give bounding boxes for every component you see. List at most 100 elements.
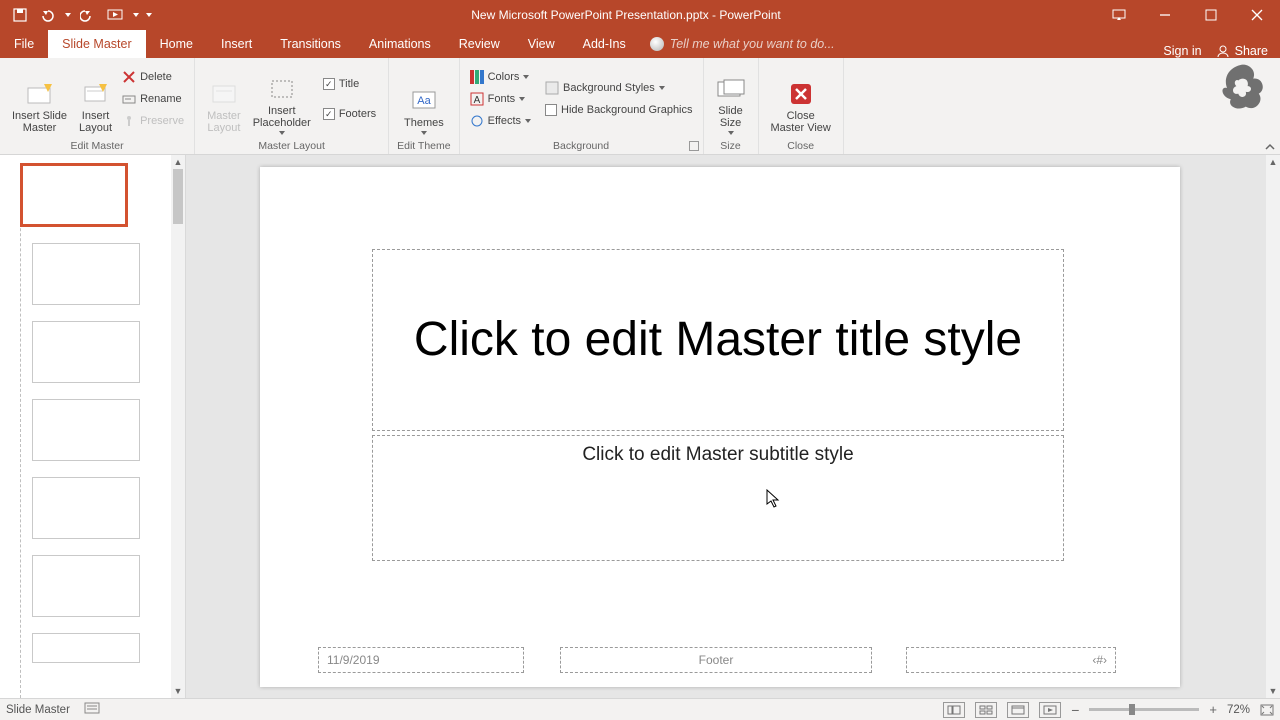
bgstyles-icon <box>545 81 559 95</box>
canvas-scrollbar[interactable]: ▲ ▼ <box>1266 155 1280 698</box>
group-close: Close Master View Close <box>759 58 844 154</box>
footers-checkbox[interactable]: ✓Footers <box>321 103 378 125</box>
scroll-up-icon[interactable]: ▲ <box>171 155 185 169</box>
subtitle-placeholder[interactable]: Click to edit Master subtitle style <box>372 435 1064 561</box>
checkbox-checked-icon: ✓ <box>323 78 335 90</box>
insert-slide-master-button[interactable]: Insert Slide Master <box>8 63 71 135</box>
title-checkbox[interactable]: ✓Title <box>321 73 378 95</box>
title-placeholder[interactable]: Click to edit Master title style <box>372 249 1064 431</box>
reading-view-icon <box>1011 705 1025 715</box>
layout-thumbnail-4[interactable] <box>32 477 140 539</box>
tab-transitions[interactable]: Transitions <box>266 30 355 58</box>
normal-view-button[interactable] <box>943 702 965 718</box>
zoom-level[interactable]: 72% <box>1227 704 1250 716</box>
rename-icon <box>122 92 136 106</box>
chevron-down-icon <box>421 131 427 135</box>
background-dialog-launcher[interactable] <box>689 141 699 151</box>
undo-dropdown[interactable] <box>62 0 74 30</box>
tab-review[interactable]: Review <box>445 30 514 58</box>
preserve-button[interactable]: Preserve <box>120 110 186 132</box>
scroll-down-icon[interactable]: ▼ <box>171 684 185 698</box>
colors-button[interactable]: Colors <box>468 66 533 88</box>
qat-customize[interactable] <box>142 0 156 30</box>
layout-thumbnail-6[interactable] <box>32 633 140 663</box>
tab-insert[interactable]: Insert <box>207 30 266 58</box>
save-button[interactable] <box>6 0 34 30</box>
close-master-view-button[interactable]: Close Master View <box>767 63 835 135</box>
maximize-button[interactable] <box>1188 0 1234 30</box>
zoom-slider-handle[interactable] <box>1129 704 1135 715</box>
hide-background-checkbox[interactable]: Hide Background Graphics <box>543 99 694 121</box>
scrollbar-handle[interactable] <box>173 169 183 224</box>
group-master-layout: Master Layout Insert Placeholder ✓Title … <box>195 58 389 154</box>
ribbon-options-icon <box>1112 9 1126 21</box>
tab-addins[interactable]: Add-Ins <box>569 30 640 58</box>
slide-master-thumbnail[interactable] <box>20 163 128 227</box>
slide-number-placeholder[interactable]: ‹#› <box>906 647 1116 673</box>
scroll-up-icon[interactable]: ▲ <box>1266 155 1280 169</box>
tab-home[interactable]: Home <box>146 30 207 58</box>
undo-icon <box>39 8 57 22</box>
slide-size-button[interactable]: Slide Size <box>712 63 750 135</box>
footer-placeholder[interactable]: Footer <box>560 647 872 673</box>
tab-file[interactable]: File <box>0 30 48 58</box>
scroll-down-icon[interactable]: ▼ <box>1266 684 1280 698</box>
layout-thumbnail-3[interactable] <box>32 399 140 461</box>
layout-thumbnail-1[interactable] <box>32 243 140 305</box>
delete-button[interactable]: Delete <box>120 66 186 88</box>
background-styles-button[interactable]: Background Styles <box>543 77 694 99</box>
effects-button[interactable]: Effects <box>468 110 533 132</box>
redo-button[interactable] <box>74 0 102 30</box>
colors-icon <box>470 70 484 84</box>
presentation-icon <box>107 8 125 22</box>
delete-icon <box>122 70 136 84</box>
effects-icon <box>470 114 484 128</box>
insert-placeholder-button[interactable]: Insert Placeholder <box>249 63 315 135</box>
fit-to-window-button[interactable] <box>1260 704 1274 716</box>
window-controls <box>1096 0 1280 30</box>
tell-me-search[interactable]: Tell me what you want to do... <box>640 30 845 58</box>
rename-button[interactable]: Rename <box>120 88 186 110</box>
slide-master-canvas[interactable]: Click to edit Master title style Click t… <box>260 167 1180 687</box>
sorter-view-button[interactable] <box>975 702 997 718</box>
reading-view-button[interactable] <box>1007 702 1029 718</box>
close-button[interactable] <box>1234 0 1280 30</box>
thumbnail-pane: ▲ ▼ <box>0 155 186 698</box>
minimize-button[interactable] <box>1142 0 1188 30</box>
workspace: ▲ ▼ Click to edit Master title style Cli… <box>0 155 1280 698</box>
start-slideshow-button[interactable] <box>102 0 130 30</box>
sorter-view-icon <box>979 705 993 715</box>
share-button[interactable]: Share <box>1216 44 1268 58</box>
group-edit-master: Insert Slide Master Insert Layout Delete… <box>0 58 195 154</box>
chevron-up-icon <box>1264 142 1276 152</box>
zoom-slider[interactable] <box>1089 708 1199 711</box>
ribbon-display-options[interactable] <box>1096 0 1142 30</box>
start-slideshow-dropdown[interactable] <box>130 0 142 30</box>
sign-in-link[interactable]: Sign in <box>1163 44 1201 58</box>
layout-thumbnail-5[interactable] <box>32 555 140 617</box>
tab-animations[interactable]: Animations <box>355 30 445 58</box>
date-placeholder[interactable]: 11/9/2019 <box>318 647 524 673</box>
slideshow-view-button[interactable] <box>1039 702 1061 718</box>
checkbox-icon <box>545 104 557 116</box>
slide-master-icon <box>26 82 54 106</box>
layout-thumbnail-2[interactable] <box>32 321 140 383</box>
tab-slide-master[interactable]: Slide Master <box>48 30 145 58</box>
tab-view[interactable]: View <box>514 30 569 58</box>
group-edit-theme: Aa Themes Edit Theme <box>389 58 460 154</box>
themes-button[interactable]: Aa Themes <box>400 63 448 135</box>
ribbon: Insert Slide Master Insert Layout Delete… <box>0 58 1280 155</box>
checkbox-checked-icon: ✓ <box>323 108 335 120</box>
undo-button[interactable] <box>34 0 62 30</box>
fonts-button[interactable]: AFonts <box>468 88 533 110</box>
group-background: Colors AFonts Effects Background Styles … <box>460 58 704 154</box>
chevron-down-icon <box>728 131 734 135</box>
quick-access-toolbar <box>0 0 156 30</box>
zoom-out-button[interactable]: − <box>1071 702 1079 718</box>
zoom-in-button[interactable]: + <box>1209 702 1217 717</box>
window-title: New Microsoft PowerPoint Presentation.pp… <box>156 8 1096 22</box>
collapse-ribbon[interactable] <box>1264 142 1276 152</box>
insert-layout-button[interactable]: Insert Layout <box>75 63 116 135</box>
thumbnail-scrollbar[interactable]: ▲ ▼ <box>171 155 185 698</box>
notes-button[interactable] <box>84 702 100 717</box>
